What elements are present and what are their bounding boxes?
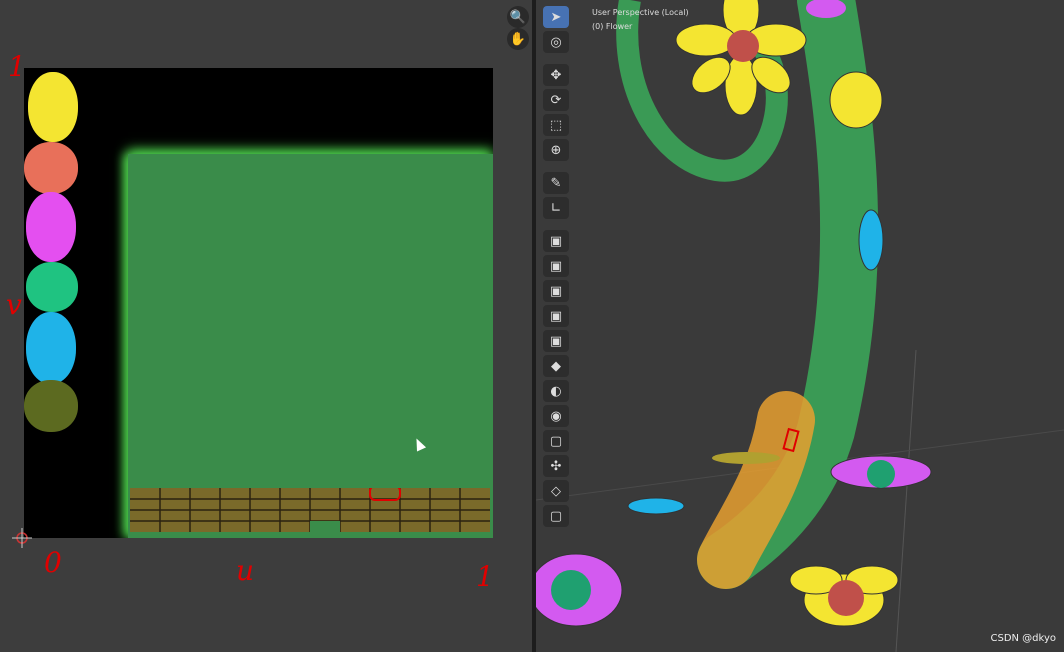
annotation-v: v (6, 288, 22, 321)
bevel-tool-icon[interactable]: ▣ (543, 305, 569, 327)
annotation-origin: 0 (44, 546, 62, 579)
viewport-scene (536, 0, 1064, 652)
viewport-object-label: (0) Flower (592, 22, 633, 31)
color-swatch-teal (26, 262, 78, 312)
uv-texture-image (24, 68, 493, 538)
color-swatch-magenta (26, 192, 76, 262)
color-swatch-olive (24, 380, 78, 432)
extrude-tool-icon[interactable]: ▣ (543, 255, 569, 277)
annotation-v-one: 1 (8, 50, 26, 83)
viewport-perspective-label: User Perspective (Local) (592, 8, 689, 17)
loop-cut-tool-icon[interactable]: ▣ (543, 330, 569, 352)
annotation-u-one: 1 (476, 560, 494, 593)
select-tool-icon[interactable]: ➤ (543, 6, 569, 28)
color-swatch-salmon (24, 142, 78, 194)
shrink-tool-icon[interactable]: ◇ (543, 480, 569, 502)
uv-editor-panel[interactable]: 🔍 ✋ 1 v 0 u 1 (0, 0, 532, 652)
color-swatch-blue (26, 312, 76, 384)
viewport-toolbar: ➤ ◎ ✥ ⟳ ⬚ ⊕ ✎ ∟ ▣ ▣ ▣ ▣ ▣ ◆ ◐ ◉ ▢ ✣ ◇ ▢ (540, 6, 572, 530)
uv-island-stem (128, 154, 493, 538)
move-tool-icon[interactable]: ✥ (543, 64, 569, 86)
cursor-tool-icon[interactable]: ◎ (543, 31, 569, 53)
shear-tool-icon[interactable]: ▢ (543, 505, 569, 527)
2d-cursor-icon[interactable] (12, 528, 32, 548)
add-cube-tool-icon[interactable]: ▣ (543, 230, 569, 252)
watermark: CSDN @dkyo (990, 633, 1056, 644)
color-swatch-yellow (28, 72, 78, 142)
spin-tool-icon[interactable]: ◉ (543, 405, 569, 427)
measure-tool-icon[interactable]: ∟ (543, 197, 569, 219)
inset-tool-icon[interactable]: ▣ (543, 280, 569, 302)
edge-slide-tool-icon[interactable]: ✣ (543, 455, 569, 477)
smooth-tool-icon[interactable]: ▢ (543, 430, 569, 452)
rotate-tool-icon[interactable]: ⟳ (543, 89, 569, 111)
annotation-u: u (236, 554, 255, 587)
transform-tool-icon[interactable]: ⊕ (543, 139, 569, 161)
uv-mesh-grid (130, 488, 490, 532)
scale-tool-icon[interactable]: ⬚ (543, 114, 569, 136)
3d-viewport[interactable]: User Perspective (Local) (0) Flower CSDN… (536, 0, 1064, 652)
poly-build-tool-icon[interactable]: ◐ (543, 380, 569, 402)
pan-icon[interactable]: ✋ (507, 28, 529, 50)
knife-tool-icon[interactable]: ◆ (543, 355, 569, 377)
annotate-tool-icon[interactable]: ✎ (543, 172, 569, 194)
zoom-icon[interactable]: 🔍 (507, 6, 529, 28)
